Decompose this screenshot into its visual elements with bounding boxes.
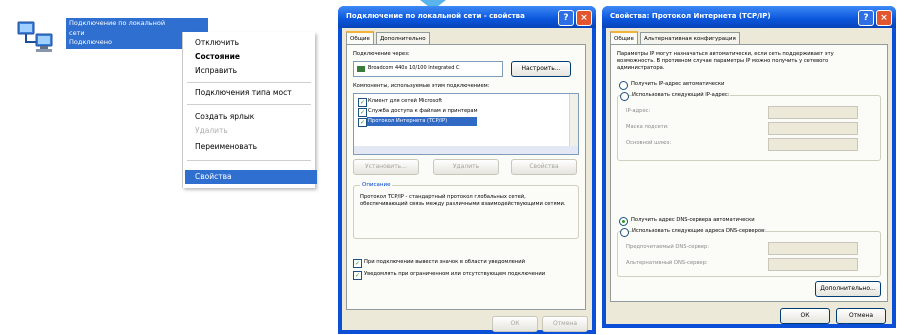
description-text: Протокол TCP/IP - стандартный протокол г… [360,194,566,207]
component-label: Протокол Интернета (TCP/IP) [368,118,448,124]
notify-label: Уведомлять при ограниченном или отсутств… [364,271,546,277]
tcpip-properties-window: Свойства: Протокол Интернета (TCP/IP) ? … [602,6,896,328]
connection-name-line1: Подключение по локальной [69,19,166,27]
network-connection-icon[interactable] [16,18,60,58]
preferred-dns-label: Предпочитаемый DNS-сервер: [626,244,710,250]
component-checkbox[interactable]: ✓ [358,118,367,127]
ip-group: Использовать следующий IP-адрес: IP-адре… [617,92,881,161]
vertical-scrollbar[interactable] [569,94,578,146]
adapter-field: Broadcom 440x 10/100 Integrated C [353,61,503,77]
menu-item-delete[interactable]: Удалить [195,126,228,135]
help-button[interactable]: ? [858,10,874,26]
manual-dns-radio[interactable] [620,228,629,237]
context-menu: Отключить Состояние Исправить Подключени… [182,32,317,188]
component-checkbox[interactable]: ✓ [358,98,367,107]
menu-item-disconnect[interactable]: Отключить [195,38,239,47]
general-panel: Подключение через: Broadcom 440x 10/100 … [346,44,586,310]
component-checkbox[interactable]: ✓ [358,108,367,117]
auto-dns-label: Получить адрес DNS-сервера автоматически [631,217,755,223]
menu-separator [187,104,311,105]
auto-ip-radio[interactable] [619,81,628,90]
title-bar[interactable]: Свойства: Протокол Интернета (TCP/IP) ? … [602,6,896,28]
cancel-button[interactable]: Отмена [836,308,886,324]
ip-address-field[interactable] [768,106,858,119]
title-bar[interactable]: Подключение по локальной сети - свойства… [338,6,596,28]
window-body: Общие Альтернативная конфигурация Параме… [606,28,892,324]
menu-item-status[interactable]: Состояние [195,52,240,61]
components-list[interactable]: ✓ Клиент для сетей Microsoft ✓ Служба до… [353,93,579,155]
adapter-name: Broadcom 440x 10/100 Integrated C [368,65,460,71]
menu-item-create-shortcut[interactable]: Создать ярлык [195,112,254,121]
manual-ip-radio[interactable] [620,92,629,101]
show-icon-label: При подключении вывести значок в области… [364,259,525,265]
window-title: Свойства: Протокол Интернета (TCP/IP) [610,12,771,20]
component-label: Служба доступа к файлам и принтерам [368,108,478,114]
notify-checkbox[interactable]: ✓ [353,271,362,280]
preferred-dns-field[interactable] [768,242,858,255]
description-group: Описание Протокол TCP/IP - стандартный п… [353,182,579,239]
menu-item-properties[interactable]: Свойства [185,170,317,184]
auto-ip-label: Получить IP-адрес автоматически [631,81,725,87]
general-panel: Параметры IP могут назначаться автоматич… [610,44,888,302]
alternate-dns-label: Альтернативный DNS-сервер: [626,260,708,266]
intro-text: Параметры IP могут назначаться автоматич… [617,51,834,71]
auto-dns-radio[interactable] [619,217,628,226]
install-button[interactable]: Установить... [353,159,419,175]
cancel-button[interactable]: Отмена [542,316,588,332]
network-adapter-icon [357,66,365,72]
ok-button[interactable]: ОК [780,308,830,324]
components-label: Компоненты, используемые этим подключени… [353,83,490,89]
menu-item-rename[interactable]: Переименовать [195,142,257,151]
properties-button[interactable]: Свойства [511,159,577,175]
connect-via-label: Подключение через: [353,51,410,57]
connection-properties-window: Подключение по локальной сети - свойства… [338,6,596,334]
menu-item-repair[interactable]: Исправить [195,66,237,75]
window-title: Подключение по локальной сети - свойства [346,12,525,20]
uninstall-button[interactable]: Удалить [433,159,499,175]
close-button[interactable]: × [576,10,592,26]
window-body: Общие Дополнительно Подключение через: B… [342,28,592,332]
menu-item-bridge[interactable]: Подключения типа мост [195,88,292,97]
default-gateway-label: Основной шлюз: [626,140,672,146]
subnet-mask-field[interactable] [768,122,858,135]
menu-separator [187,160,311,161]
help-button[interactable]: ? [558,10,574,26]
manual-ip-label: Использовать следующий IP-адрес: [632,92,730,99]
menu-item-properties-label: Свойства [195,172,232,181]
horizontal-scrollbar[interactable] [354,146,578,154]
description-title: Описание [360,182,393,188]
alternate-dns-field[interactable] [768,258,858,271]
show-icon-checkbox[interactable]: ✓ [353,259,362,268]
manual-dns-label: Использовать следующие адреса DNS-сервер… [632,228,766,235]
advanced-button[interactable]: Дополнительно... [815,281,881,297]
menu-separator [187,82,311,83]
configure-button[interactable]: Настроить... [511,61,571,77]
subnet-mask-label: Маска подсети: [626,124,669,130]
ok-button[interactable]: ОК [492,316,538,332]
component-label: Клиент для сетей Microsoft [368,98,443,104]
close-button[interactable]: × [876,10,892,26]
ip-address-label: IP-адрес: [626,108,651,114]
default-gateway-field[interactable] [768,138,858,151]
dns-group: Использовать следующие адреса DNS-сервер… [617,228,881,277]
